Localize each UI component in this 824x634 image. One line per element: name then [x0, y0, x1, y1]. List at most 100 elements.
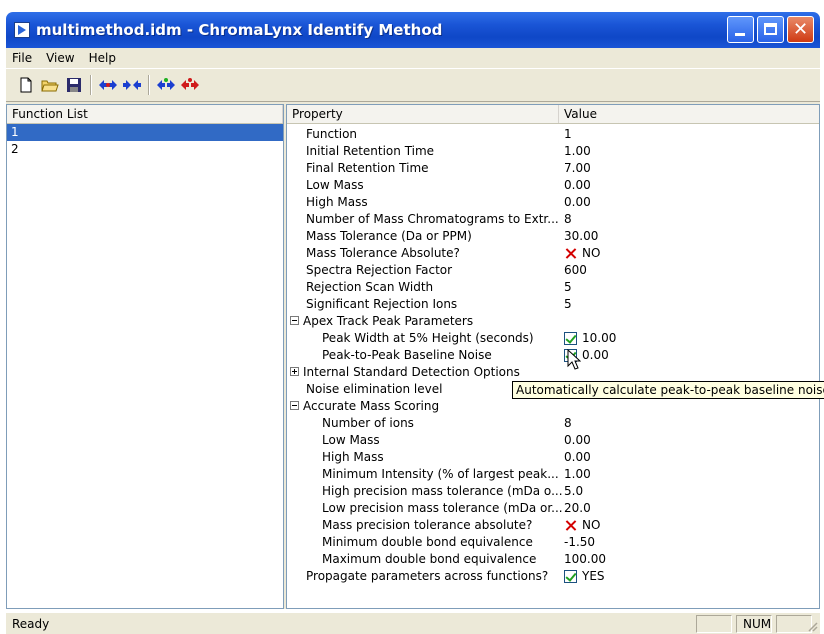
property-name: Initial Retention Time — [306, 144, 435, 158]
function-list-item[interactable]: 1 — [7, 124, 283, 141]
collapse-icon[interactable] — [290, 316, 299, 325]
minimize-button[interactable] — [727, 16, 754, 43]
property-value[interactable]: 20.0 — [564, 500, 591, 517]
property-value[interactable]: YES — [564, 568, 605, 585]
property-row[interactable]: High precision mass tolerance (mDa o... 5… — [287, 483, 819, 500]
new-file-icon — [20, 77, 32, 93]
property-value[interactable]: 0.00 — [564, 194, 591, 211]
property-row[interactable]: Minimum double bond equivalence -1.50 — [287, 534, 819, 551]
property-value[interactable]: 0.00 — [564, 177, 591, 194]
property-value[interactable]: 100.00 — [564, 551, 606, 568]
property-row[interactable]: Internal Standard Detection Options — [287, 364, 819, 381]
remove-function-button[interactable] — [180, 75, 200, 95]
property-name: Propagate parameters across functions? — [306, 569, 549, 583]
property-value-text: 0.00 — [582, 348, 609, 362]
property-value[interactable]: 8 — [564, 415, 572, 432]
property-name: Rejection Scan Width — [306, 280, 434, 294]
property-row[interactable]: Peak Width at 5% Height (seconds) 10.00 — [287, 330, 819, 347]
maximize-icon — [764, 23, 777, 35]
function-list-panel[interactable]: Function List 1 2 — [6, 104, 284, 609]
property-name: Final Retention Time — [306, 161, 429, 175]
maximize-button[interactable] — [757, 16, 784, 43]
property-row[interactable]: Mass precision tolerance absolute? NO — [287, 517, 819, 534]
property-value[interactable]: 8 — [564, 211, 572, 228]
property-name: Low Mass — [306, 178, 364, 192]
property-value[interactable]: 1.00 — [564, 466, 591, 483]
property-row[interactable]: Function 1 — [287, 126, 819, 143]
property-row[interactable]: Initial Retention Time 1.00 — [287, 143, 819, 160]
menu-help[interactable]: Help — [89, 51, 116, 65]
cross-icon[interactable] — [564, 247, 577, 260]
property-value[interactable]: 30.00 — [564, 228, 598, 245]
status-text: Ready — [12, 617, 50, 631]
property-row[interactable]: Final Retention Time 7.00 — [287, 160, 819, 177]
property-value[interactable]: 5 — [564, 279, 572, 296]
property-list: Function 1 Initial Retention Time 1.00 Final… — [287, 124, 819, 585]
property-value[interactable]: -1.50 — [564, 534, 595, 551]
property-value-text: 0.00 — [564, 178, 591, 192]
property-value[interactable]: 5 — [564, 296, 572, 313]
collapse-icon[interactable] — [290, 401, 299, 410]
property-row[interactable]: High Mass 0.00 — [287, 449, 819, 466]
property-value[interactable]: 5.0 — [564, 483, 583, 500]
property-value-text: 0.00 — [564, 195, 591, 209]
property-value[interactable]: 10.00 — [564, 330, 616, 347]
property-value[interactable]: NO — [564, 245, 600, 262]
property-row[interactable]: Low Mass 0.00 — [287, 177, 819, 194]
property-row[interactable]: High Mass 0.00 — [287, 194, 819, 211]
value-column-header[interactable]: Value — [559, 105, 819, 123]
property-row[interactable]: Peak-to-Peak Baseline Noise 0.00 — [287, 347, 819, 364]
property-value[interactable]: 0.00 — [564, 432, 591, 449]
property-row[interactable]: Rejection Scan Width 5 — [287, 279, 819, 296]
property-row[interactable]: Significant Rejection Ions 5 — [287, 296, 819, 313]
add-function-icon — [157, 78, 175, 90]
checkmark-icon[interactable] — [564, 332, 577, 345]
property-name: Spectra Rejection Factor — [306, 263, 453, 277]
toolbar-separator — [90, 75, 92, 95]
property-panel[interactable]: Property Value Function 1 Initial Retentio… — [286, 104, 820, 609]
property-name: High Mass — [306, 195, 368, 209]
new-file-button[interactable] — [16, 75, 36, 95]
checkmark-icon[interactable] — [564, 570, 577, 583]
function-list-item[interactable]: 2 — [7, 141, 283, 158]
property-value[interactable]: 600 — [564, 262, 587, 279]
property-row[interactable]: Number of ions 8 — [287, 415, 819, 432]
save-icon — [67, 78, 81, 92]
property-row[interactable]: Mass Tolerance (Da or PPM) 30.00 — [287, 228, 819, 245]
function-list-header: Function List — [7, 105, 283, 124]
open-button[interactable] — [40, 75, 60, 95]
move-left-button[interactable] — [122, 75, 142, 95]
property-row[interactable]: Apex Track Peak Parameters — [287, 313, 819, 330]
close-button[interactable]: ✕ — [787, 16, 814, 43]
property-value[interactable]: NO — [564, 517, 600, 534]
property-row[interactable]: Mass Tolerance Absolute? NO — [287, 245, 819, 262]
expand-icon[interactable] — [290, 367, 299, 376]
property-value[interactable]: 7.00 — [564, 160, 591, 177]
app-icon[interactable] — [14, 22, 30, 38]
property-row[interactable]: Number of Mass Chromatograms to Extr... 8 — [287, 211, 819, 228]
property-row[interactable]: Low Mass 0.00 — [287, 432, 819, 449]
title-bar[interactable]: multimethod.idm - ChromaLynx Identify Me… — [6, 12, 820, 48]
resize-grip-icon[interactable] — [806, 620, 818, 632]
mouse-cursor-icon — [567, 349, 581, 370]
move-right-left-icon — [123, 80, 141, 90]
property-row[interactable]: Spectra Rejection Factor 600 — [287, 262, 819, 279]
menu-file[interactable]: File — [12, 51, 32, 65]
property-value[interactable]: 1 — [564, 126, 572, 143]
property-row[interactable]: Propagate parameters across functions? YE… — [287, 568, 819, 585]
property-value[interactable]: 0.00 — [564, 449, 591, 466]
menu-view[interactable]: View — [46, 51, 74, 65]
add-function-button[interactable] — [156, 75, 176, 95]
move-right-button[interactable] — [98, 75, 118, 95]
property-row[interactable]: Maximum double bond equivalence 100.00 — [287, 551, 819, 568]
property-column-header[interactable]: Property — [287, 105, 559, 123]
function-list-column-header[interactable]: Function List — [7, 105, 283, 123]
property-row[interactable]: Accurate Mass Scoring — [287, 398, 819, 415]
save-button[interactable] — [64, 75, 84, 95]
property-row[interactable]: Low precision mass tolerance (mDa or... 2… — [287, 500, 819, 517]
property-value-text: 8 — [564, 416, 572, 430]
property-value[interactable]: 1.00 — [564, 143, 591, 160]
property-row[interactable]: Minimum Intensity (% of largest peak... 1… — [287, 466, 819, 483]
property-value-text: 30.00 — [564, 229, 599, 243]
cross-icon[interactable] — [564, 519, 577, 532]
